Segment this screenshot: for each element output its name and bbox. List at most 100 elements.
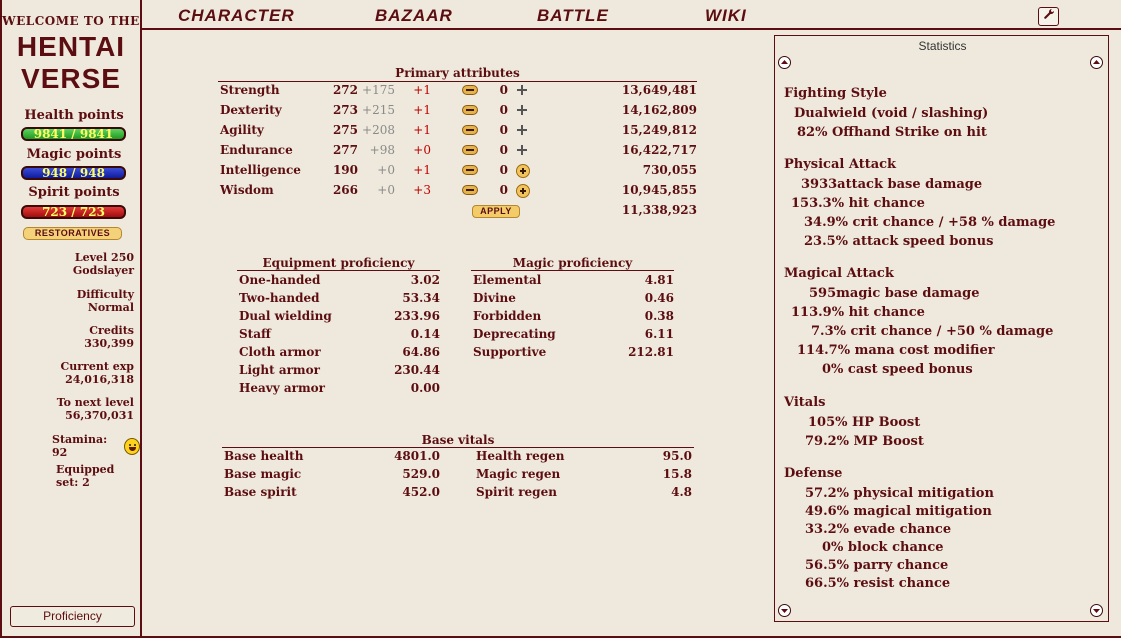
scroll-down-icon[interactable] <box>778 604 791 617</box>
equipment-prof-title: Equipment proficiency <box>262 256 415 270</box>
restoratives-button[interactable]: RESTORATIVES <box>23 227 122 240</box>
equipment-prof-value: 233.96 <box>394 309 440 323</box>
base-vital-value: 529.0 <box>402 467 440 481</box>
equipment-prof-value: 230.44 <box>394 363 440 377</box>
stat-line: 79.2% MP Boost <box>805 434 924 449</box>
decrease-icon[interactable] <box>462 145 478 155</box>
equipment-prof-name: Cloth armor <box>239 345 321 359</box>
decrease-icon[interactable] <box>462 105 478 115</box>
attr-name: Endurance <box>220 143 293 157</box>
attr-bonus: +0 <box>377 183 395 197</box>
credits-label: Credits <box>89 324 134 337</box>
decrease-icon[interactable] <box>462 85 478 95</box>
stat-line: 595magic base damage <box>809 286 980 301</box>
magic-bar: 948 / 948 <box>21 166 126 180</box>
magic-prof-value: 6.11 <box>644 327 674 341</box>
left-panel: WELCOME TO THE HENTAI VERSE Health point… <box>0 0 142 636</box>
attr-base: 275 <box>332 123 358 137</box>
regen-value: 95.0 <box>662 449 692 463</box>
attr-mod: +1 <box>413 123 431 137</box>
stamina-text: Stamina: 92 <box>52 433 108 459</box>
scroll-up-icon[interactable] <box>778 56 791 69</box>
stat-line: 7.3% crit chance / +50 % damage <box>811 324 1054 339</box>
attr-exp-cost: 10,945,855 <box>621 183 697 197</box>
decrease-icon[interactable] <box>462 125 478 135</box>
increase-icon[interactable] <box>516 124 528 136</box>
decrease-icon[interactable] <box>462 185 478 195</box>
attr-name: Wisdom <box>220 183 274 197</box>
smiley-icon <box>124 437 140 455</box>
difficulty-value: Normal <box>87 301 134 314</box>
decrease-icon[interactable] <box>462 165 478 175</box>
nav-character[interactable]: CHARACTER <box>178 6 295 26</box>
proficiency-button[interactable]: Proficiency <box>10 606 135 627</box>
exp-info: Current exp 24,016,318 <box>4 360 135 386</box>
attr-mod: +3 <box>413 183 431 197</box>
level-info: Level 250 Godslayer <box>4 251 134 277</box>
attr-base: 273 <box>332 103 358 117</box>
attr-exp-cost: 16,422,717 <box>621 143 697 157</box>
statistics-title: Statistics <box>918 39 967 53</box>
next-level-value: 56,370,031 <box>65 409 134 422</box>
magic-prof-title: Magic proficiency <box>512 256 633 270</box>
attr-name: Intelligence <box>220 163 301 177</box>
attr-base: 272 <box>332 83 358 97</box>
nav-wiki[interactable]: WIKI <box>705 6 747 26</box>
regen-name: Magic regen <box>476 467 561 481</box>
magic-prof-name: Supportive <box>473 345 547 359</box>
physical-heading: Physical Attack <box>784 157 897 172</box>
magic-prof-value: 0.46 <box>644 291 674 305</box>
stat-line: 23.5% attack speed bonus <box>804 234 994 249</box>
magic-prof-name: Deprecating <box>473 327 556 341</box>
equipment-prof-name: Heavy armor <box>239 381 325 395</box>
stat-line: 105% HP Boost <box>808 415 921 430</box>
equipment-prof-value: 3.02 <box>410 273 440 287</box>
equipment-prof-value: 0.14 <box>410 327 440 341</box>
stat-line: 34.9% crit chance / +58 % damage <box>804 215 1056 230</box>
apply-button[interactable]: APPLY <box>472 205 520 218</box>
base-vital-value: 4801.0 <box>394 449 440 463</box>
regen-value: 4.8 <box>671 485 692 499</box>
credits-info: Credits 330,399 <box>4 324 134 350</box>
attr-bonus: +215 <box>362 103 395 117</box>
attr-name: Strength <box>220 83 280 97</box>
regen-value: 15.8 <box>662 467 692 481</box>
scroll-down-right-icon[interactable] <box>1090 604 1103 617</box>
attr-bonus: +98 <box>369 143 395 157</box>
attr-bonus: +0 <box>377 163 395 177</box>
magic-prof-name: Forbidden <box>473 309 542 323</box>
scroll-up-right-icon[interactable] <box>1090 56 1103 69</box>
stat-line: 49.6% magical mitigation <box>805 504 992 519</box>
exp-value: 24,016,318 <box>65 373 134 386</box>
increase-icon[interactable] <box>516 104 528 116</box>
nav-bazaar[interactable]: BAZAAR <box>375 6 453 26</box>
increase-icon[interactable] <box>516 184 530 198</box>
next-level-label: To next level <box>56 396 134 409</box>
increase-icon[interactable] <box>516 164 530 178</box>
primary-divider <box>218 81 697 82</box>
regen-name: Health regen <box>476 449 565 463</box>
increase-icon[interactable] <box>516 144 528 156</box>
equipped-set: Equipped set: 2 <box>56 463 115 489</box>
spirit-label: Spirit points <box>28 185 120 200</box>
next-level-info: To next level 56,370,031 <box>4 396 134 422</box>
stat-line: 33.2% evade chance <box>805 522 952 537</box>
attr-name: Dexterity <box>220 103 282 117</box>
attr-bonus: +208 <box>362 123 395 137</box>
fighting-style-heading: Fighting Style <box>784 86 887 101</box>
stat-line: 153.3% hit chance <box>791 196 925 211</box>
base-vital-name: Base health <box>224 449 304 463</box>
health-label: Health points <box>24 108 124 123</box>
top-nav: CHARACTER BAZAAR BATTLE WIKI <box>142 0 1121 30</box>
attr-exp-cost: 730,055 <box>642 163 697 177</box>
magic-prof-value: 212.81 <box>628 345 674 359</box>
attr-mod: +1 <box>413 83 431 97</box>
increase-icon[interactable] <box>516 84 528 96</box>
equipment-prof-value: 53.34 <box>402 291 440 305</box>
base-vitals-divider <box>222 447 694 448</box>
attr-exp-cost: 14,162,809 <box>621 103 697 117</box>
wrench-icon[interactable] <box>1038 7 1059 26</box>
attr-exp-cost: 13,649,481 <box>621 83 697 97</box>
regen-name: Spirit regen <box>476 485 557 499</box>
nav-battle[interactable]: BATTLE <box>537 6 609 26</box>
